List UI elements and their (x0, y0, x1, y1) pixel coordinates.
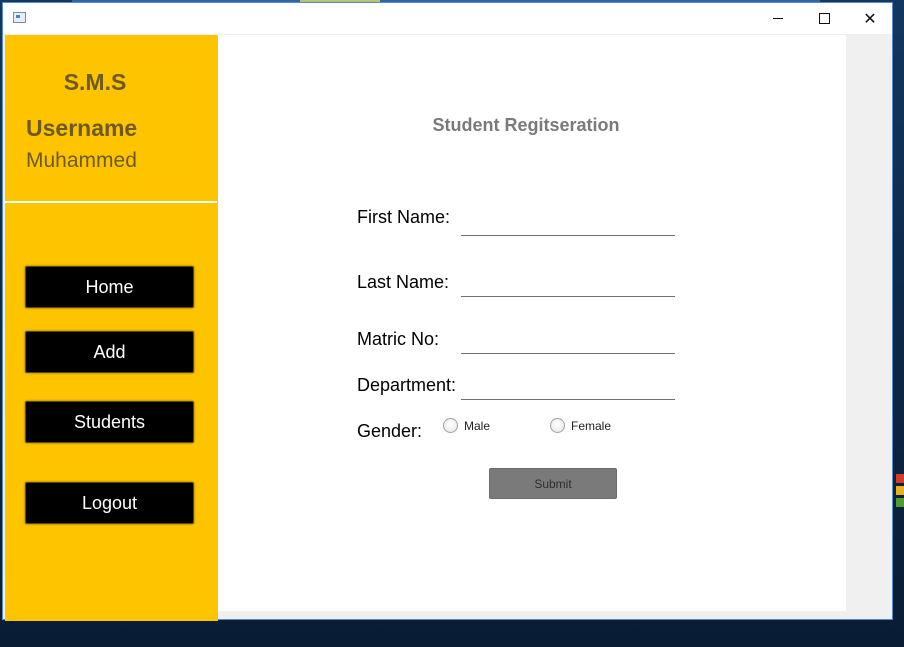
app-window-icon (13, 12, 26, 23)
add-button[interactable]: Add (25, 331, 194, 373)
sidebar: S.M.S Username Muhammed Home Add Student… (5, 35, 218, 621)
desktop-shortcut-icon[interactable] (896, 474, 904, 510)
matric-no-input[interactable] (461, 330, 675, 354)
department-label: Department: (357, 375, 457, 395)
app-window: ✕ S.M.S Username Muhammed Home Add Stude… (2, 2, 893, 621)
students-button[interactable]: Students (25, 401, 194, 443)
radio-female-label: Female (571, 418, 612, 433)
matric-no-label: Matric No: (357, 329, 440, 349)
maximize-button[interactable] (801, 3, 847, 34)
minimize-button[interactable] (755, 3, 801, 34)
maximize-icon (818, 13, 830, 24)
last-name-input[interactable] (461, 273, 675, 297)
close-button[interactable]: ✕ (847, 3, 893, 34)
minimize-icon (773, 18, 783, 19)
department-input[interactable] (461, 376, 675, 400)
first-name-label: First Name: (357, 207, 451, 227)
form-title: Student Regitseration (432, 115, 620, 135)
logout-button[interactable]: Logout (25, 482, 194, 524)
gender-label: Gender: (357, 421, 423, 441)
last-name-label: Last Name: (357, 272, 450, 292)
username-label: Username (26, 115, 138, 141)
gender-radio-female[interactable]: Female (550, 418, 611, 433)
gender-radio-male[interactable]: Male (443, 418, 490, 433)
radio-circle-icon[interactable] (443, 418, 458, 433)
radio-male-label: Male (464, 418, 491, 433)
home-button[interactable]: Home (25, 266, 194, 308)
registration-panel: Student Regitseration First Name: Last N… (218, 35, 846, 611)
sidebar-divider (5, 201, 217, 203)
close-icon: ✕ (863, 10, 877, 28)
first-name-input[interactable] (461, 212, 675, 236)
brand-title: S.M.S (63, 69, 127, 95)
radio-circle-icon[interactable] (550, 418, 565, 433)
submit-button[interactable]: Submit (489, 468, 617, 499)
title-bar[interactable]: ✕ (3, 3, 892, 34)
username-value: Muhammed (26, 149, 137, 172)
